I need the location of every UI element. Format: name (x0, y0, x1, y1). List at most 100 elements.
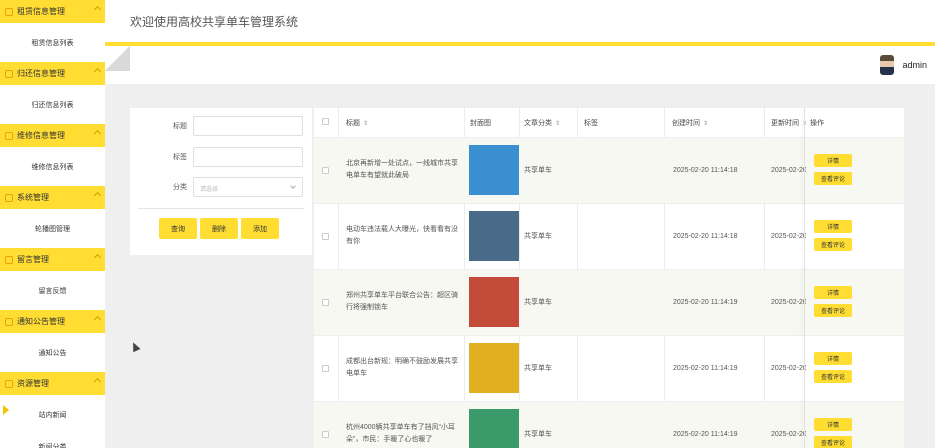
menu-icon (5, 379, 13, 388)
fixed-column-shadow (804, 108, 805, 448)
menu-item-return-list[interactable]: 归还信息列表 (0, 85, 105, 124)
menu-group-repair: 维修信息管理 维修信息列表 (0, 124, 105, 186)
title-label: 标题 (173, 123, 187, 130)
sidebar: 租赁信息管理 租赁信息列表 归还信息管理 归还信息列表 维修信息管理 维修信息列… (0, 0, 105, 448)
row-updated: 2025-02-20 (771, 233, 807, 240)
row-created: 2025-02-20 11:14:18 (673, 167, 738, 174)
col-created-label: 创建时间 (672, 120, 700, 127)
col-updated[interactable]: 更新时间⇕ (771, 118, 807, 128)
menu-icon (5, 7, 13, 16)
delete-button[interactable]: 删除 (200, 218, 238, 239)
row-category: 共享单车 (524, 365, 552, 372)
detail-button[interactable]: 详情 (814, 286, 852, 299)
detail-button[interactable]: 详情 (814, 352, 852, 365)
detail-button[interactable]: 详情 (814, 418, 852, 431)
menu-head-system[interactable]: 系统管理 (0, 186, 105, 209)
view-comments-button[interactable]: 查看评论 (814, 436, 852, 448)
chevron-up-icon (93, 67, 102, 76)
menu-item-news[interactable]: 站内新闻 (0, 395, 105, 434)
row-updated: 2025-02-20 (771, 431, 807, 438)
col-cover: 封面图 (470, 120, 491, 127)
table-row: 电动车违法载人大曝光，快看看有没有你 共享单车 2025-02-20 11:14:1… (314, 204, 904, 270)
menu-item-notice[interactable]: 通知公告 (0, 333, 105, 372)
detail-button[interactable]: 详情 (814, 220, 852, 233)
menu-group-notice: 通知公告管理 通知公告 (0, 310, 105, 372)
table-header: 标题⇕ 封面图 文章分类⇕ 标签 创建时间⇕ 更新时间⇕ 操作 (314, 108, 904, 138)
menu-item-news-category[interactable]: 新闻分类 (0, 434, 105, 448)
username: admin (902, 60, 927, 70)
row-category: 共享单车 (524, 431, 552, 438)
row-checkbox[interactable] (322, 167, 329, 174)
sort-icon: ⇕ (363, 121, 369, 127)
row-title: 杭州4000辆共享单车有了挡风“小耳朵”，市民：手暖了心也暖了 (346, 424, 455, 443)
row-cover-image (469, 211, 519, 261)
menu-item-carousel[interactable]: 轮播图管理 (0, 209, 105, 248)
menu-group-system: 系统管理 轮播图管理 (0, 186, 105, 248)
title-input[interactable] (193, 116, 303, 136)
row-checkbox[interactable] (322, 365, 329, 372)
menu-icon (5, 317, 13, 326)
table-row: 郑州共享单车平台联合公告：超区骑行将强制锁车 共享单车 2025-02-20 11:… (314, 270, 904, 336)
chevron-up-icon (93, 253, 102, 262)
tag-filter: 标签 (130, 147, 312, 167)
col-created[interactable]: 创建时间 ⇕ (672, 118, 708, 128)
menu-item-rental-list[interactable]: 租赁信息列表 (0, 23, 105, 62)
menu-head-repair[interactable]: 维修信息管理 (0, 124, 105, 147)
user-menu[interactable]: admin (880, 55, 927, 75)
menu-head-label: 维修信息管理 (17, 131, 65, 140)
col-category[interactable]: 文章分类 ⇕ (524, 118, 560, 128)
row-updated: 2025-02-20 (771, 365, 807, 372)
row-title: 郑州共享单车平台联合公告：超区骑行将强制锁车 (346, 292, 458, 311)
detail-button[interactable]: 详情 (814, 154, 852, 167)
sidebar-fold-icon[interactable] (105, 46, 130, 71)
view-comments-button[interactable]: 查看评论 (814, 370, 852, 383)
menu-head-label: 通知公告管理 (17, 317, 65, 326)
menu-group-resource: 资源管理 站内新闻 新闻分类 (0, 372, 105, 448)
row-actions (806, 336, 904, 401)
menu-head-return[interactable]: 归还信息管理 (0, 62, 105, 85)
menu-item-feedback[interactable]: 留言反馈 (0, 271, 105, 310)
menu-item-repair-list[interactable]: 维修信息列表 (0, 147, 105, 186)
tag-input[interactable] (193, 147, 303, 167)
search-panel: 标题 标签 分类 请选择 查询 删除 添加 (130, 108, 312, 255)
row-cover-image (469, 145, 519, 195)
row-title: 成都出台新规：明确不鼓励发展共享电单车 (346, 358, 458, 377)
row-updated: 2025-02-20 (771, 167, 807, 174)
row-category: 共享单车 (524, 233, 552, 240)
menu-head-label: 留言管理 (17, 255, 49, 264)
view-comments-button[interactable]: 查看评论 (814, 238, 852, 251)
col-title[interactable]: 标题 ⇕ (346, 118, 368, 128)
menu-head-notice[interactable]: 通知公告管理 (0, 310, 105, 333)
table-row: 成都出台新规：明确不鼓励发展共享电单车 共享单车 2025-02-20 11:14:… (314, 336, 904, 402)
row-checkbox[interactable] (322, 299, 329, 306)
menu-head-message[interactable]: 留言管理 (0, 248, 105, 271)
row-created: 2025-02-20 11:14:19 (673, 365, 738, 372)
active-arrow-icon (3, 405, 9, 415)
view-comments-button[interactable]: 查看评论 (814, 304, 852, 317)
menu-head-resource[interactable]: 资源管理 (0, 372, 105, 395)
row-updated: 2025-02-20 (771, 299, 807, 306)
add-button[interactable]: 添加 (241, 218, 279, 239)
row-checkbox[interactable] (322, 431, 329, 438)
menu-icon (5, 255, 13, 264)
sort-icon: ⇕ (555, 121, 561, 127)
row-actions (806, 138, 904, 203)
row-cover-image (469, 277, 519, 327)
news-table: 标题⇕ 封面图 文章分类⇕ 标签 创建时间⇕ 更新时间⇕ 操作 北京再新增一处试… (314, 108, 904, 448)
chevron-up-icon (93, 5, 102, 14)
page-title: 欢迎使用高校共享单车管理系统 (130, 15, 299, 29)
col-actions: 操作 (810, 118, 844, 128)
category-filter: 分类 请选择 (130, 177, 312, 197)
chevron-up-icon (93, 191, 102, 200)
select-all-checkbox[interactable] (322, 118, 329, 125)
view-comments-button[interactable]: 查看评论 (814, 172, 852, 185)
category-placeholder: 请选择 (200, 187, 219, 193)
col-updated-label: 更新时间 (771, 120, 799, 127)
top-header: 欢迎使用高校共享单车管理系统 (105, 0, 935, 46)
category-select[interactable]: 请选择 (193, 177, 303, 197)
divider (138, 208, 304, 209)
row-checkbox[interactable] (322, 233, 329, 240)
menu-group-return: 归还信息管理 归还信息列表 (0, 62, 105, 124)
query-button[interactable]: 查询 (159, 218, 197, 239)
menu-head-rental[interactable]: 租赁信息管理 (0, 0, 105, 23)
